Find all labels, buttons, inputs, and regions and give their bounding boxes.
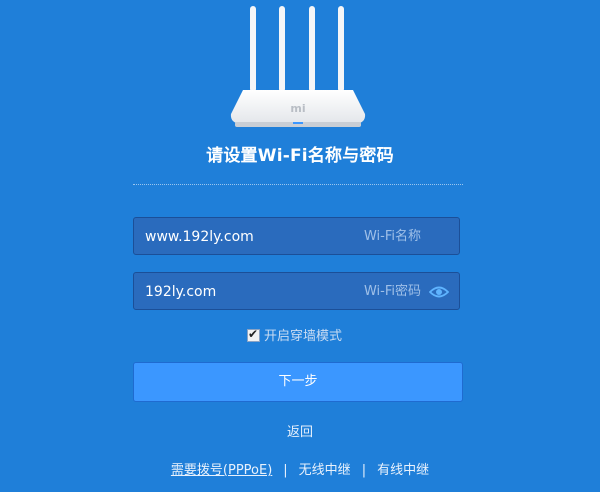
- wall-mode-checkbox[interactable]: ✔: [247, 327, 260, 342]
- wired-relay-link[interactable]: 有线中继: [377, 463, 429, 478]
- antenna: [279, 6, 285, 92]
- wifi-password-value: 192ly.com: [145, 284, 217, 300]
- antenna: [338, 6, 344, 92]
- wifi-password-input[interactable]: 192ly.com Wi-Fi密码: [133, 272, 460, 310]
- wireless-relay-link[interactable]: 无线中继: [299, 463, 351, 478]
- wifi-name-value: www.192ly.com: [145, 229, 254, 245]
- wifi-name-input[interactable]: www.192ly.com Wi-Fi名称: [133, 217, 460, 255]
- router-light: [293, 122, 303, 124]
- router-logo: mi: [290, 102, 305, 115]
- wall-mode-option[interactable]: ✔ 开启穿墙模式: [247, 327, 343, 346]
- eye-icon[interactable]: [429, 285, 449, 299]
- pppoe-link[interactable]: 需要拨号(PPPoE): [171, 463, 272, 478]
- antenna: [309, 6, 315, 92]
- bottom-links: 需要拨号(PPPoE) | 无线中继 | 有线中继: [0, 459, 600, 478]
- router-image: mi: [230, 6, 366, 127]
- link-separator: |: [361, 463, 367, 478]
- wall-mode-label: 开启穿墙模式: [264, 329, 343, 344]
- check-icon: ✔: [248, 327, 259, 341]
- antenna: [250, 6, 256, 92]
- back-link[interactable]: 返回: [0, 421, 600, 440]
- wifi-password-label: Wi-Fi密码: [363, 284, 421, 299]
- wifi-name-label: Wi-Fi名称: [363, 229, 421, 244]
- divider: [133, 184, 463, 185]
- page-title: 请设置Wi-Fi名称与密码: [206, 146, 394, 166]
- link-separator: |: [283, 463, 288, 478]
- next-button[interactable]: 下一步: [133, 362, 463, 402]
